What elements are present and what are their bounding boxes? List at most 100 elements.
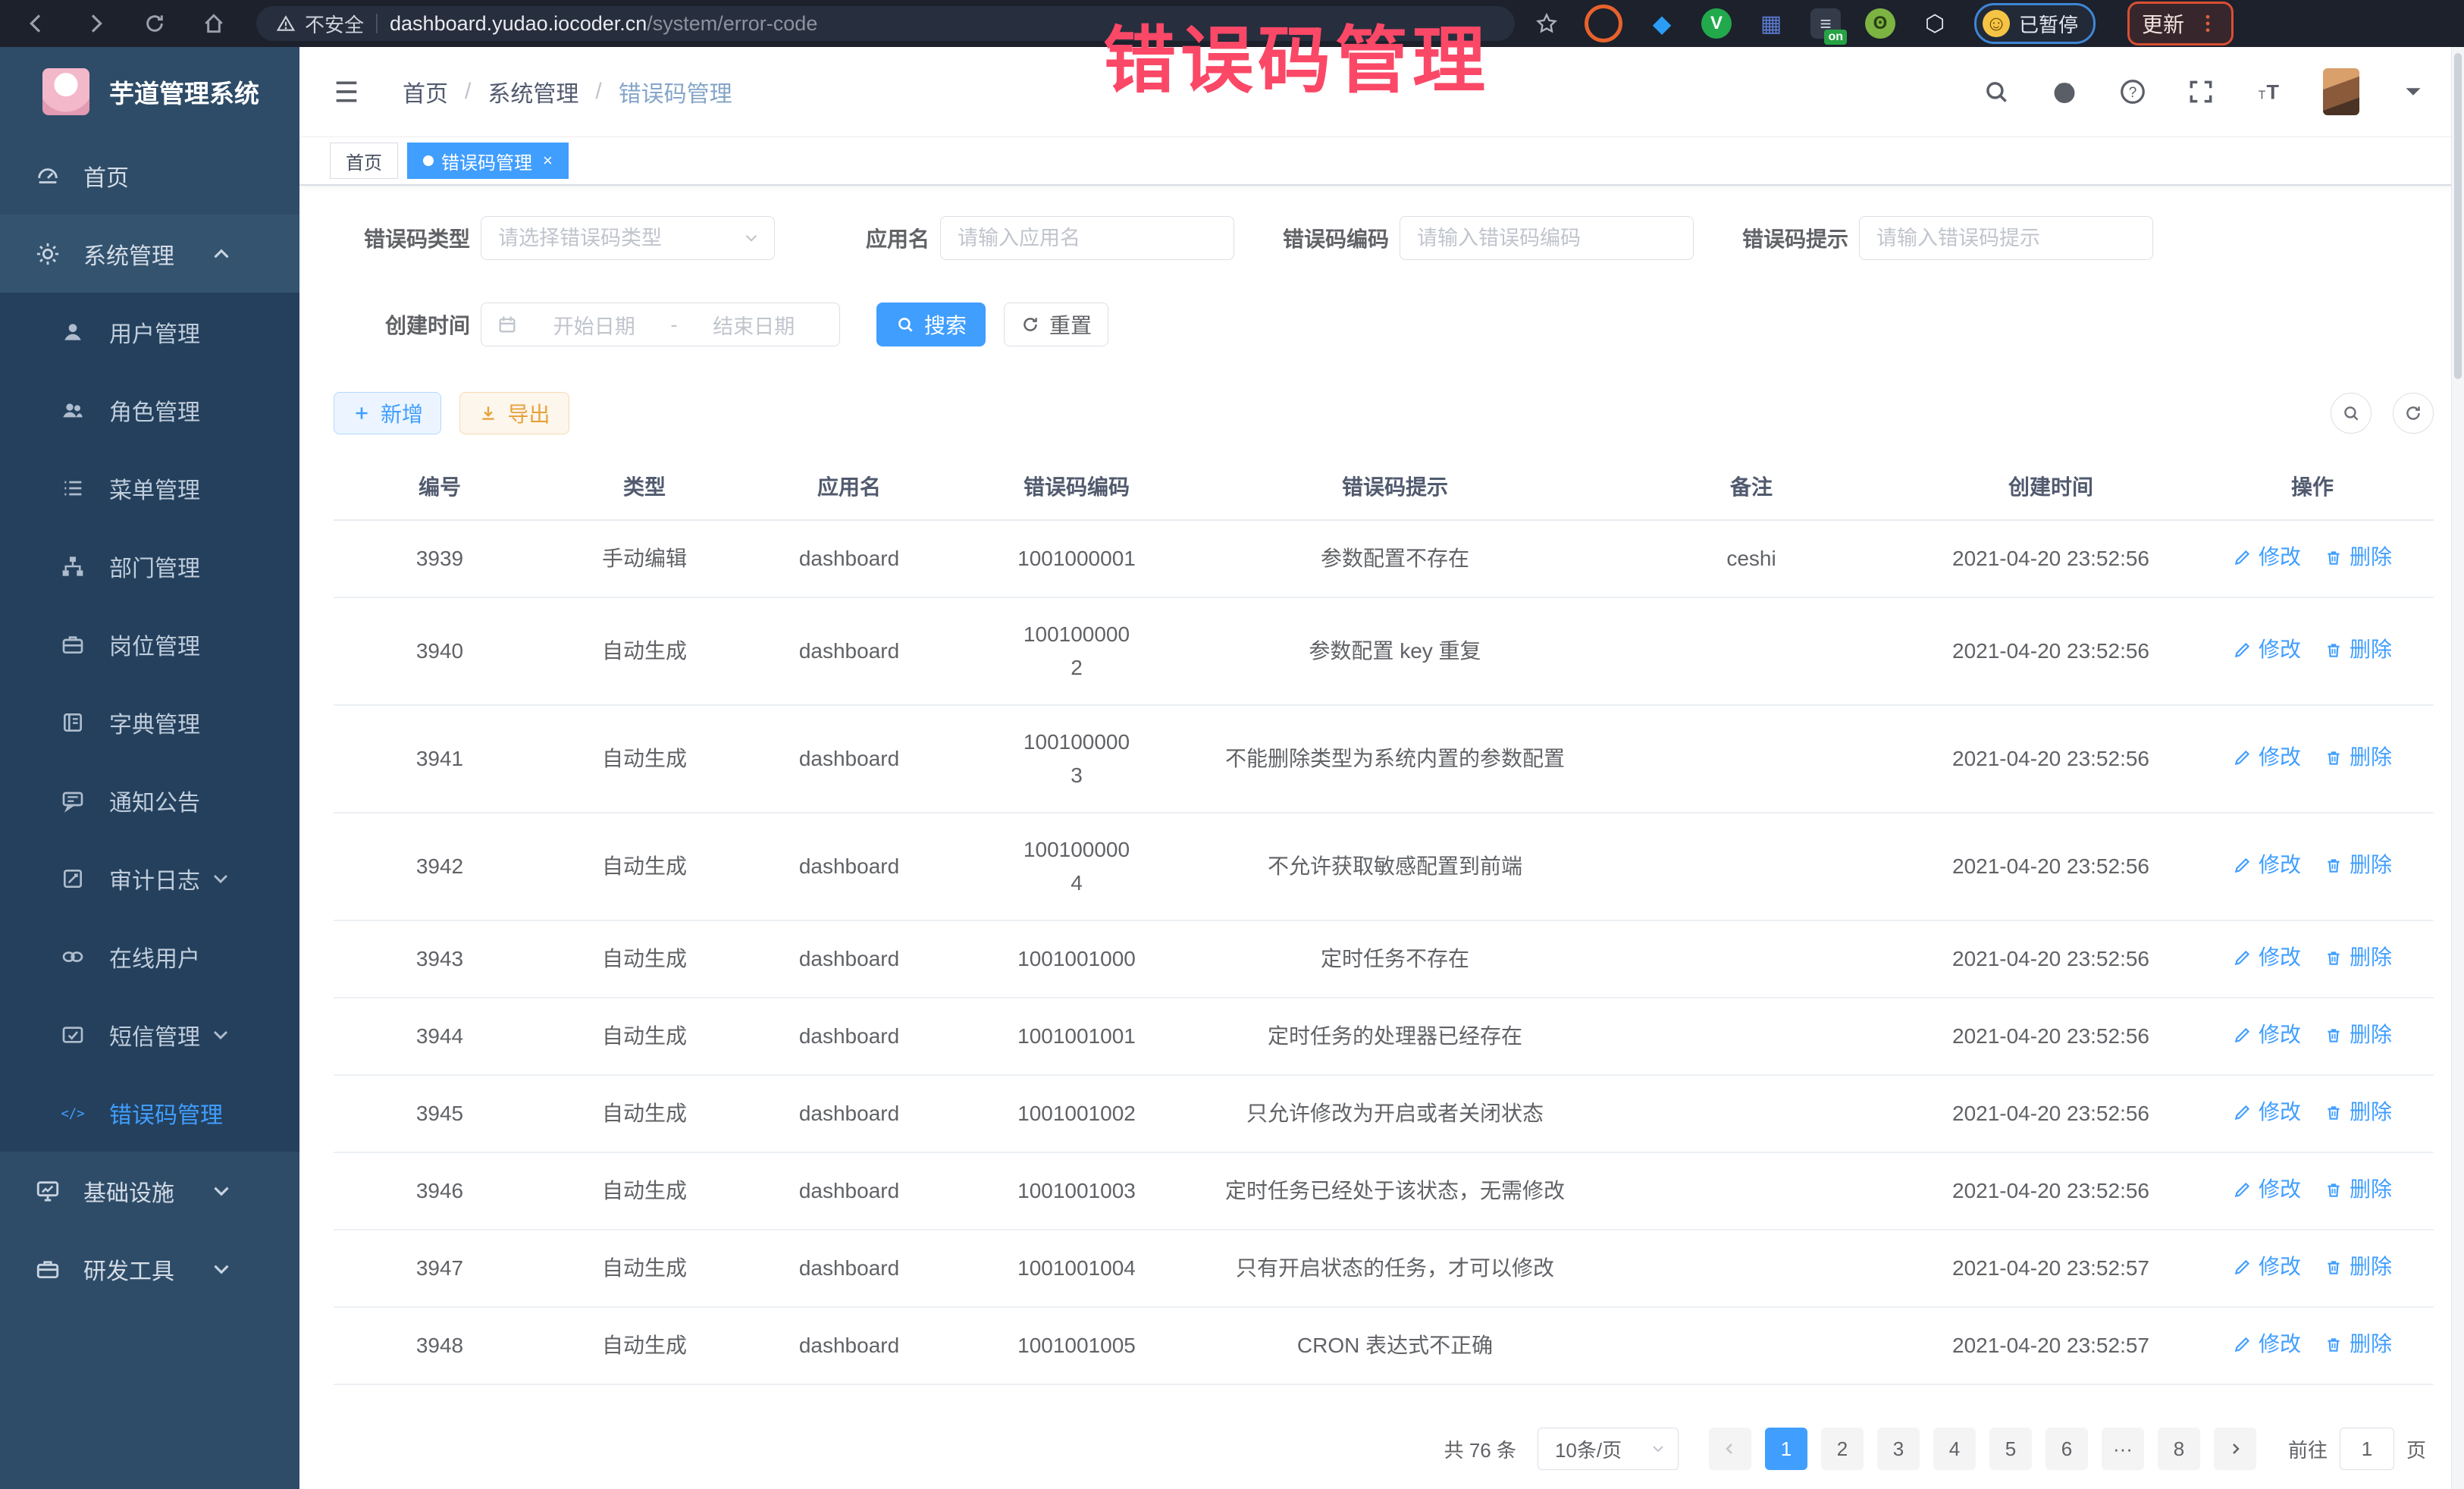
sidebar-item-label: 部门管理 (109, 550, 200, 583)
edit-link[interactable]: 修改 (2233, 741, 2301, 774)
reset-button[interactable]: 重置 (1004, 303, 1108, 346)
extension-blue-gem-icon[interactable]: ◆ (1647, 8, 1677, 39)
error-code-input[interactable] (1400, 216, 1694, 260)
extension-green-check-icon[interactable]: V (1701, 8, 1732, 39)
cell-code: 1001000004 (955, 813, 1198, 920)
sidebar-item-role-management[interactable]: 角色管理 (0, 371, 299, 449)
kebab-menu-icon[interactable] (2196, 12, 2219, 35)
page-size-select[interactable]: 10条/页 (1538, 1428, 1679, 1470)
cell-remark (1592, 1152, 1911, 1230)
url-bar[interactable]: 不安全 dashboard.yudao.iocoder.cn/system/er… (256, 6, 1515, 41)
refresh-table-button[interactable] (2393, 393, 2434, 434)
user-avatar[interactable] (2323, 68, 2359, 115)
font-size-icon[interactable]: TT (2255, 77, 2284, 106)
extension-orange-ring-icon[interactable] (1585, 5, 1622, 42)
extension-indigo-grid-icon[interactable]: ▦ (1756, 8, 1786, 39)
help-icon[interactable]: ? (2118, 77, 2147, 106)
next-page-button[interactable] (2214, 1428, 2256, 1470)
delete-link[interactable]: 删除 (2324, 1018, 2392, 1052)
edit-link[interactable]: 修改 (2233, 1328, 2301, 1361)
avatar-caret-icon[interactable] (2399, 77, 2428, 106)
sidebar-item-infrastructure[interactable]: 基础设施 (0, 1152, 299, 1230)
edit-link[interactable]: 修改 (2233, 633, 2301, 666)
page-button-2[interactable]: 2 (1821, 1428, 1864, 1470)
search-icon[interactable] (1982, 77, 2011, 106)
sidebar-item-error-code-management[interactable]: </>错误码管理 (0, 1074, 299, 1152)
page-button-1[interactable]: 1 (1765, 1428, 1807, 1470)
add-button[interactable]: 新增 (334, 392, 441, 434)
page-button-5[interactable]: 5 (1989, 1428, 2032, 1470)
security-indicator[interactable]: 不安全 (276, 10, 364, 38)
app-logo-area[interactable]: 芋道管理系统 (0, 47, 299, 136)
delete-link[interactable]: 删除 (2324, 741, 2392, 774)
cell-id: 3944 (334, 998, 546, 1075)
app-name-input[interactable] (940, 216, 1234, 260)
search-button[interactable]: 搜索 (876, 303, 986, 346)
scrollbar-thumb[interactable] (2454, 53, 2462, 379)
goto-page-input[interactable] (2340, 1428, 2394, 1470)
sidebar-item-menu-management[interactable]: 菜单管理 (0, 449, 299, 527)
breadcrumb-item[interactable]: 系统管理 (487, 75, 578, 108)
sidebar-item-dev-tools[interactable]: 研发工具 (0, 1230, 299, 1308)
close-icon[interactable]: × (543, 151, 553, 171)
edit-link[interactable]: 修改 (2233, 1018, 2301, 1052)
page-button-6[interactable]: 6 (2045, 1428, 2088, 1470)
extension-green-bot-icon[interactable]: ʘ (1865, 8, 1895, 39)
delete-link[interactable]: 删除 (2324, 941, 2392, 974)
edit-link[interactable]: 修改 (2233, 941, 2301, 974)
delete-link[interactable]: 删除 (2324, 1173, 2392, 1206)
bookmark-star-icon[interactable] (1535, 11, 1559, 36)
sidebar-item-post-management[interactable]: 岗位管理 (0, 605, 299, 683)
cell-type: 自动生成 (546, 920, 743, 998)
table-row: 3948自动生成dashboard1001001005CRON 表达式不正确20… (334, 1307, 2434, 1384)
tab-active[interactable]: 错误码管理× (407, 143, 569, 179)
delete-link[interactable]: 删除 (2324, 541, 2392, 574)
sidebar-item-home[interactable]: 首页 (0, 136, 299, 215)
page-button-3[interactable]: 3 (1877, 1428, 1920, 1470)
scrollbar-track[interactable] (2451, 47, 2464, 1489)
edit-link[interactable]: 修改 (2233, 1250, 2301, 1284)
edit-link[interactable]: 修改 (2233, 848, 2301, 882)
delete-link[interactable]: 删除 (2324, 1328, 2392, 1361)
error-type-select[interactable] (481, 216, 775, 260)
browser-update-button[interactable]: 更新 (2127, 2, 2234, 45)
table-toolbar: 新增 导出 (334, 392, 2434, 434)
edit-link[interactable]: 修改 (2233, 541, 2301, 574)
sidebar-item-user-management[interactable]: 用户管理 (0, 293, 299, 371)
home-icon[interactable] (202, 11, 226, 36)
delete-link[interactable]: 删除 (2324, 1096, 2392, 1129)
sidebar-item-dict-management[interactable]: 字典管理 (0, 683, 299, 761)
reload-icon[interactable] (143, 11, 167, 36)
delete-link[interactable]: 删除 (2324, 1250, 2392, 1284)
hamburger-icon[interactable] (331, 77, 362, 107)
sidebar-item-system-management[interactable]: 系统管理 (0, 215, 299, 293)
date-range-picker[interactable]: 开始日期 - 结束日期 (481, 303, 840, 346)
back-icon[interactable] (24, 11, 49, 36)
fullscreen-icon[interactable] (2187, 77, 2215, 106)
app-title: 芋道管理系统 (109, 74, 259, 110)
forward-icon[interactable] (83, 11, 108, 36)
error-hint-input[interactable] (1859, 216, 2153, 260)
delete-link[interactable]: 删除 (2324, 633, 2392, 666)
toggle-search-button[interactable] (2331, 393, 2372, 434)
prev-page-button[interactable] (1709, 1428, 1751, 1470)
extension-list-on-icon[interactable]: ≡on (1810, 8, 1841, 39)
sidebar-item-sms-management[interactable]: 短信管理 (0, 995, 299, 1074)
sidebar-item-audit-log[interactable]: 审计日志 (0, 839, 299, 917)
extension-puzzle-icon[interactable]: ⬡ (1920, 8, 1950, 39)
page-button-4[interactable]: 4 (1933, 1428, 1976, 1470)
more-pages-button[interactable]: ··· (2102, 1428, 2144, 1470)
edit-link[interactable]: 修改 (2233, 1096, 2301, 1129)
tab-inactive[interactable]: 首页 (330, 143, 398, 179)
github-icon[interactable] (2050, 77, 2079, 106)
page-button-8[interactable]: 8 (2158, 1428, 2200, 1470)
cell-code: 1001001001 (955, 998, 1198, 1075)
breadcrumb-item[interactable]: 首页 (403, 75, 448, 108)
export-button[interactable]: 导出 (459, 392, 569, 434)
paused-extension-pill[interactable]: ☺ 已暂停 (1974, 3, 2096, 44)
sidebar-item-dept-management[interactable]: 部门管理 (0, 527, 299, 605)
sidebar-item-notice[interactable]: 通知公告 (0, 761, 299, 839)
sidebar-item-online-users[interactable]: 在线用户 (0, 917, 299, 995)
edit-link[interactable]: 修改 (2233, 1173, 2301, 1206)
delete-link[interactable]: 删除 (2324, 848, 2392, 882)
